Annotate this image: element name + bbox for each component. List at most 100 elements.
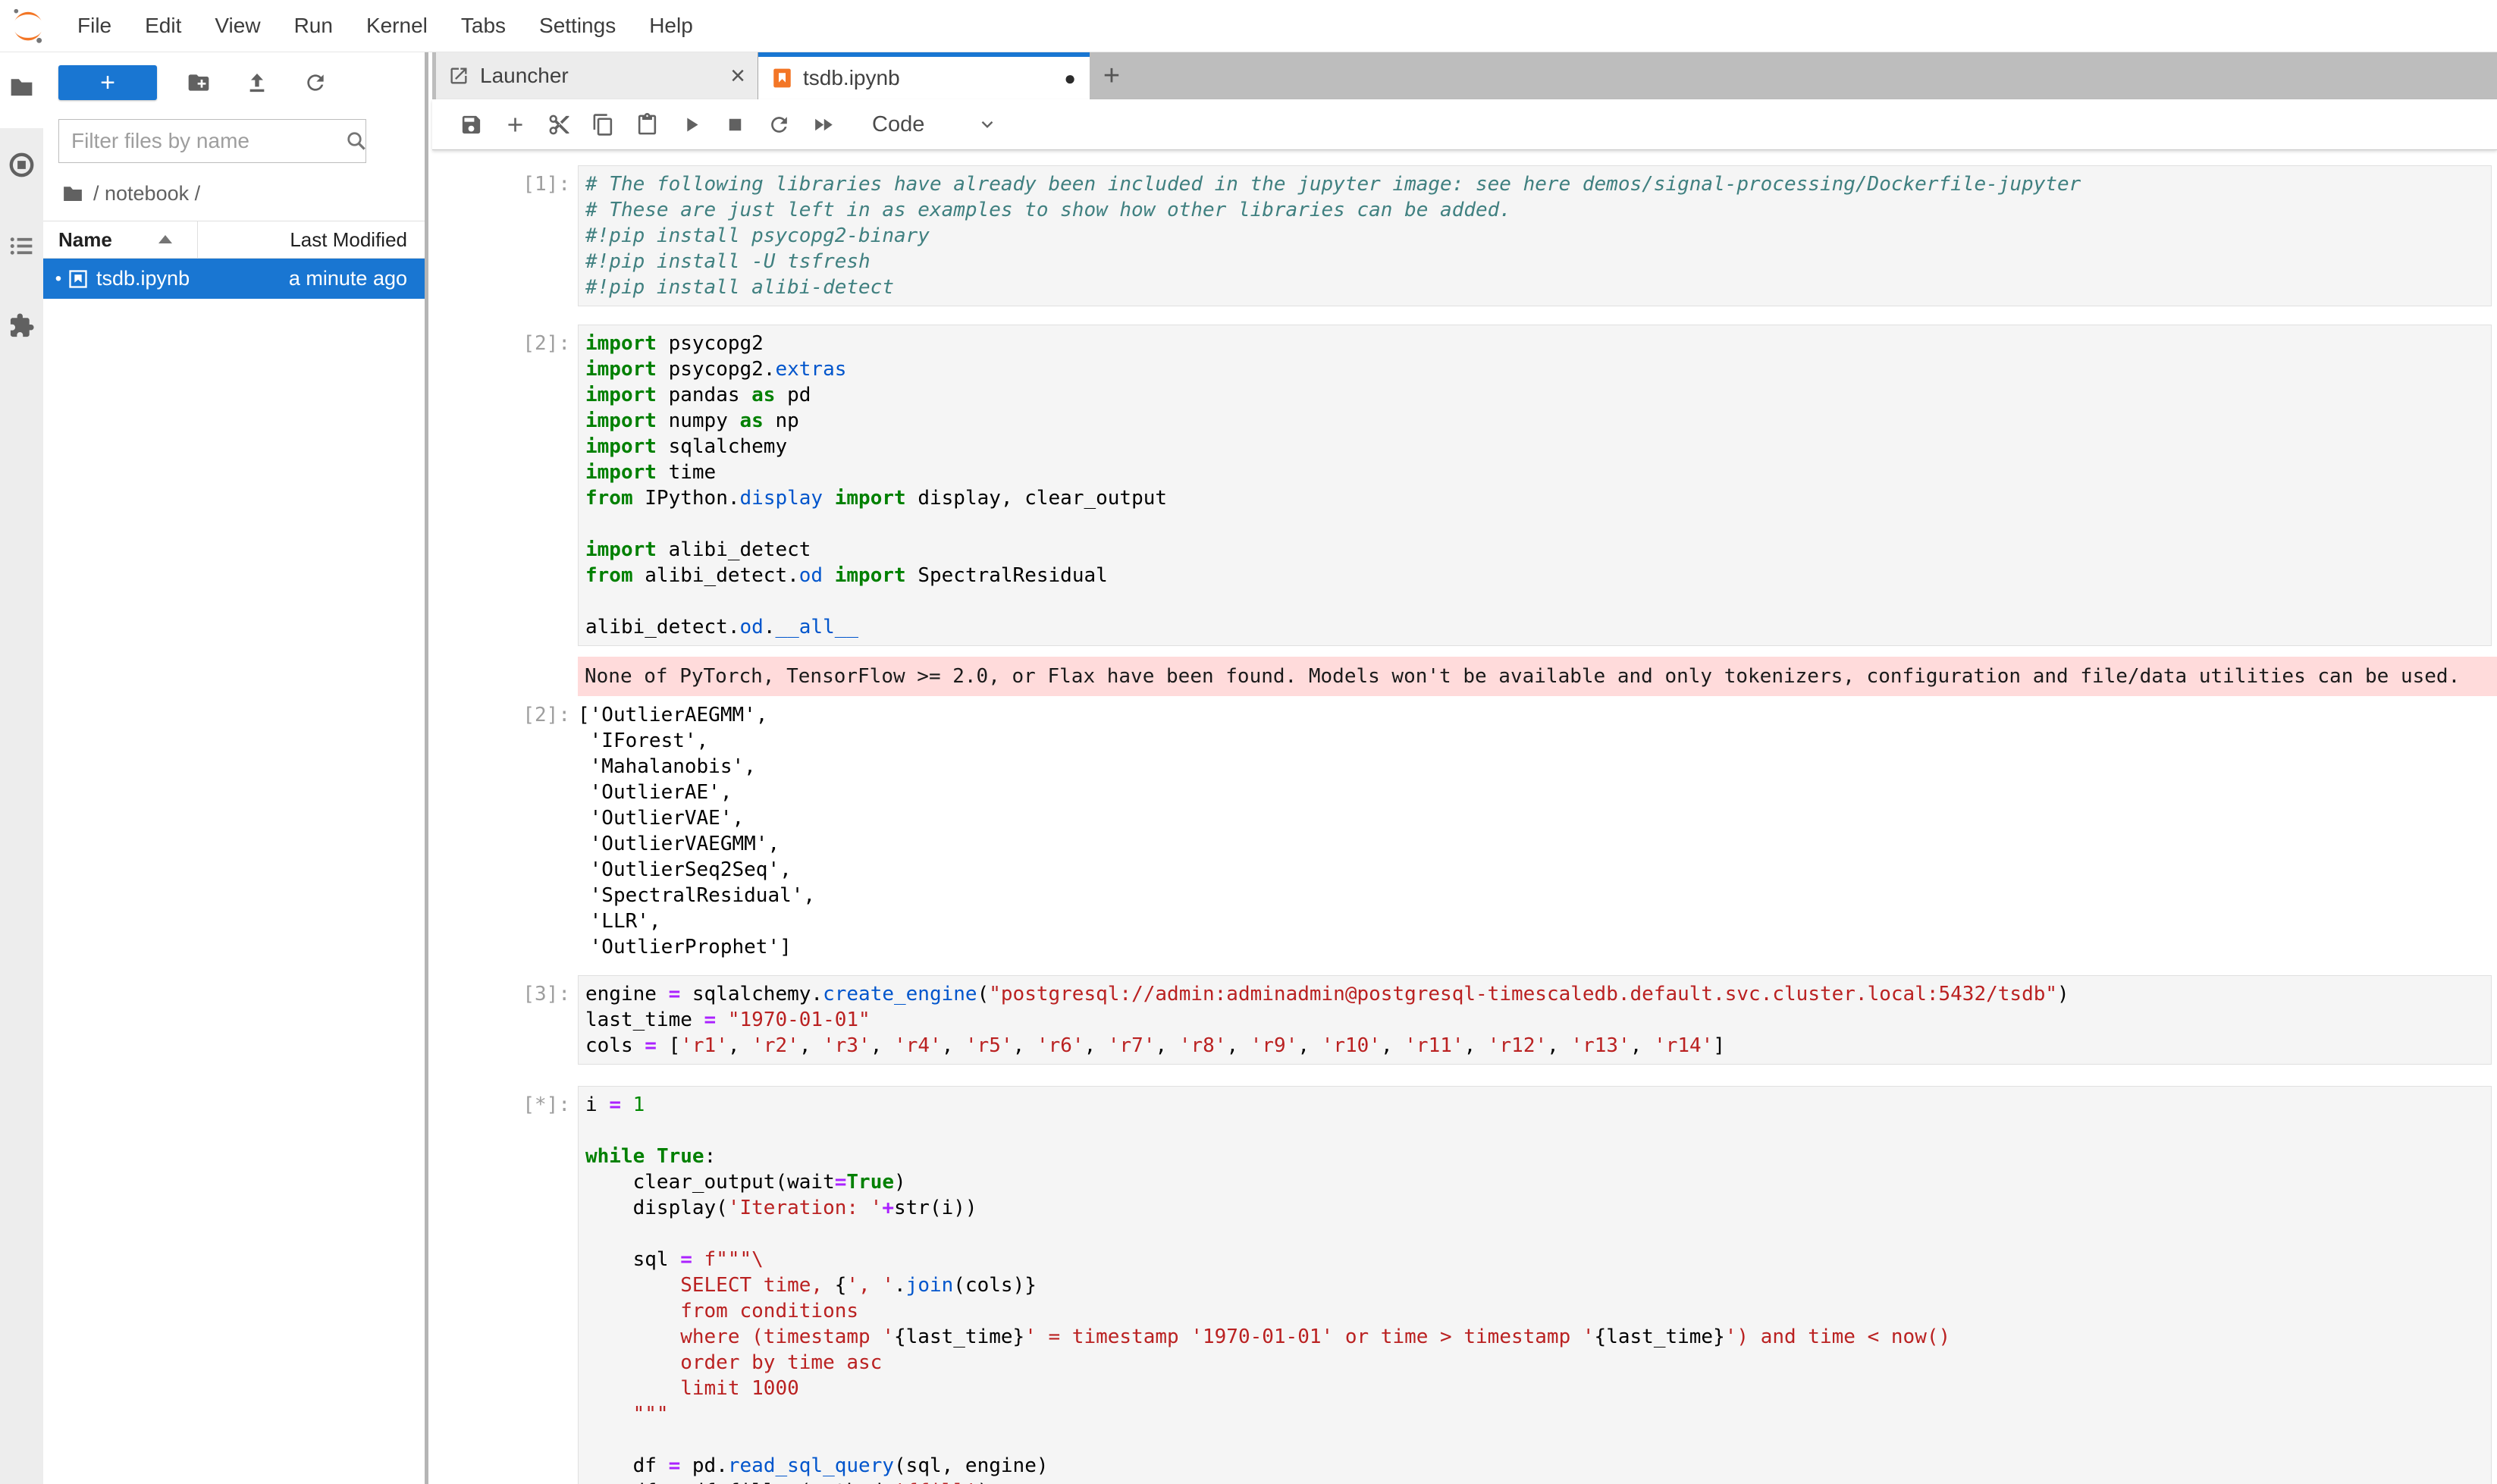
- menu-item-edit[interactable]: Edit: [128, 0, 198, 52]
- close-tab-icon[interactable]: ×: [730, 63, 745, 89]
- code-line: from conditions: [585, 1298, 2491, 1324]
- code-line: import pandas as pd: [585, 382, 2491, 408]
- notebook-scroll-area[interactable]: [1]:# The following libraries have alrea…: [432, 149, 2497, 1484]
- notebook-cells: [1]:# The following libraries have alrea…: [432, 165, 2497, 1484]
- insert-cell-button[interactable]: [493, 102, 537, 147]
- paste-cells-button[interactable]: [625, 102, 669, 147]
- extension-manager-icon[interactable]: [8, 312, 35, 339]
- output-line: 'OutlierProphet']: [578, 934, 2492, 960]
- cell-editor[interactable]: # The following libraries have already b…: [578, 165, 2492, 306]
- sidebar-icon-strip: [0, 52, 43, 1484]
- copy-cells-button[interactable]: [581, 102, 625, 147]
- code-line: import psycopg2.extras: [585, 356, 2491, 382]
- menu-item-view[interactable]: View: [198, 0, 277, 52]
- search-icon: [345, 130, 368, 152]
- menu-item-run[interactable]: Run: [278, 0, 350, 52]
- menu-item-kernel[interactable]: Kernel: [350, 0, 444, 52]
- menu-item-file[interactable]: File: [61, 0, 128, 52]
- output-line: 'LLR',: [578, 908, 2492, 934]
- restart-run-all-button[interactable]: [801, 102, 845, 147]
- code-line: display('Iteration: '+str(i)): [585, 1195, 2491, 1221]
- code-line: engine = sqlalchemy.create_engine("postg…: [585, 981, 2491, 1007]
- code-line: [585, 511, 2491, 537]
- file-name: tsdb.ipynb: [96, 267, 190, 290]
- notebook-cell: [3]: engine = sqlalchemy.create_engine("p…: [494, 975, 2492, 1065]
- cell-prompt: [3]:: [494, 975, 570, 1065]
- breadcrumb[interactable]: / notebook /: [61, 178, 425, 209]
- code-line: import time: [585, 460, 2491, 485]
- cut-cells-button[interactable]: [537, 102, 581, 147]
- breadcrumb-path: / notebook /: [93, 182, 200, 206]
- cell-editor[interactable]: i = 1while True: clear_output(wait=True)…: [578, 1086, 2492, 1484]
- file-browser-panel: + / notebook / Name Last Modified •: [43, 52, 428, 1484]
- run-cell-button[interactable]: [669, 102, 713, 147]
- column-header-name[interactable]: Name: [58, 228, 112, 252]
- stderr-text: None of PyTorch, TensorFlow >= 2.0, or F…: [578, 657, 2497, 696]
- cell-prompt: [2]:: [494, 702, 570, 960]
- cell-prompt: [2]:: [494, 325, 570, 646]
- file-row-selected[interactable]: • tsdb.ipynb a minute ago: [43, 259, 425, 299]
- home-folder-icon: [61, 182, 84, 205]
- code-line: where (timestamp '{last_time}' = timesta…: [585, 1324, 2491, 1350]
- output-line: 'OutlierSeq2Seq',: [578, 857, 2492, 883]
- restart-kernel-button[interactable]: [757, 102, 801, 147]
- code-line: from IPython.display import display, cle…: [585, 485, 2491, 511]
- stderr-output: None of PyTorch, TensorFlow >= 2.0, or F…: [494, 657, 2497, 696]
- column-divider: [197, 221, 198, 258]
- new-tab-button[interactable]: +: [1090, 52, 1134, 99]
- code-line: import sqlalchemy: [585, 434, 2491, 460]
- file-browser-toolbar: +: [43, 52, 425, 113]
- cell-type-dropdown[interactable]: Code: [872, 112, 924, 137]
- cell-editor[interactable]: engine = sqlalchemy.create_engine("postg…: [578, 975, 2492, 1065]
- cell-prompt: [1]:: [494, 165, 570, 306]
- output-line: 'IForest',: [578, 728, 2492, 754]
- code-line: df = df.fillna(method='ffill'): [585, 1479, 2491, 1484]
- new-folder-icon[interactable]: [182, 66, 215, 99]
- code-line: #!pip install -U tsfresh: [585, 249, 2491, 275]
- cell-editor[interactable]: import psycopg2import psycopg2.extrasimp…: [578, 325, 2492, 646]
- filter-files-input[interactable]: [59, 129, 345, 153]
- tab-notebook-active[interactable]: tsdb.ipynb ●: [758, 52, 1090, 99]
- refresh-file-list-icon[interactable]: [299, 66, 332, 99]
- new-launcher-button[interactable]: +: [58, 65, 157, 100]
- file-last-modified: a minute ago: [289, 267, 407, 290]
- code-line: # These are just left in as examples to …: [585, 197, 2491, 223]
- tab-launcher[interactable]: Launcher ×: [436, 52, 758, 99]
- upload-icon[interactable]: [240, 66, 274, 99]
- code-line: """: [585, 1401, 2491, 1427]
- menu-items: FileEditViewRunKernelTabsSettingsHelp: [61, 0, 710, 52]
- save-button[interactable]: [449, 102, 493, 147]
- code-line: clear_output(wait=True): [585, 1169, 2491, 1195]
- file-list-header: Name Last Modified: [43, 221, 425, 259]
- code-line: cols = ['r1', 'r2', 'r3', 'r4', 'r5', 'r…: [585, 1033, 2491, 1059]
- code-line: while True:: [585, 1144, 2491, 1169]
- code-line: from alibi_detect.od import SpectralResi…: [585, 563, 2491, 588]
- dock-tab-bar: Launcher × tsdb.ipynb ● +: [432, 52, 2497, 99]
- cell-output: [2]:['OutlierAEGMM', 'IForest', 'Mahalan…: [494, 702, 2492, 960]
- output-line: 'OutlierVAEGMM',: [578, 831, 2492, 857]
- code-line: #!pip install alibi-detect: [585, 275, 2491, 300]
- code-line: df = pd.read_sql_query(sql, engine): [585, 1453, 2491, 1479]
- notebook-file-icon: [67, 268, 89, 290]
- code-line: limit 1000: [585, 1376, 2491, 1401]
- dirty-indicator-icon: ●: [1064, 67, 1076, 90]
- output-line: 'OutlierAE',: [578, 780, 2492, 805]
- code-line: SELECT time, {', '.join(cols)}: [585, 1272, 2491, 1298]
- unsaved-dot: •: [51, 268, 66, 290]
- menu-item-help[interactable]: Help: [632, 0, 710, 52]
- notebook-tab-icon: [772, 67, 792, 89]
- menu-item-tabs[interactable]: Tabs: [444, 0, 522, 52]
- column-header-last-modified[interactable]: Last Modified: [290, 228, 407, 252]
- code-line: [585, 1427, 2491, 1453]
- menu-item-settings[interactable]: Settings: [522, 0, 632, 52]
- cell-prompt: [494, 657, 570, 696]
- file-browser-icon[interactable]: [8, 74, 35, 100]
- running-kernels-icon[interactable]: [8, 152, 35, 178]
- sort-ascending-icon: [158, 235, 172, 243]
- code-line: order by time asc: [585, 1350, 2491, 1376]
- interrupt-kernel-button[interactable]: [713, 102, 757, 147]
- table-of-contents-icon[interactable]: [8, 233, 35, 259]
- launcher-icon: [448, 65, 469, 86]
- cell-prompt: [*]:: [494, 1086, 570, 1484]
- output-line: ['OutlierAEGMM',: [578, 702, 2492, 728]
